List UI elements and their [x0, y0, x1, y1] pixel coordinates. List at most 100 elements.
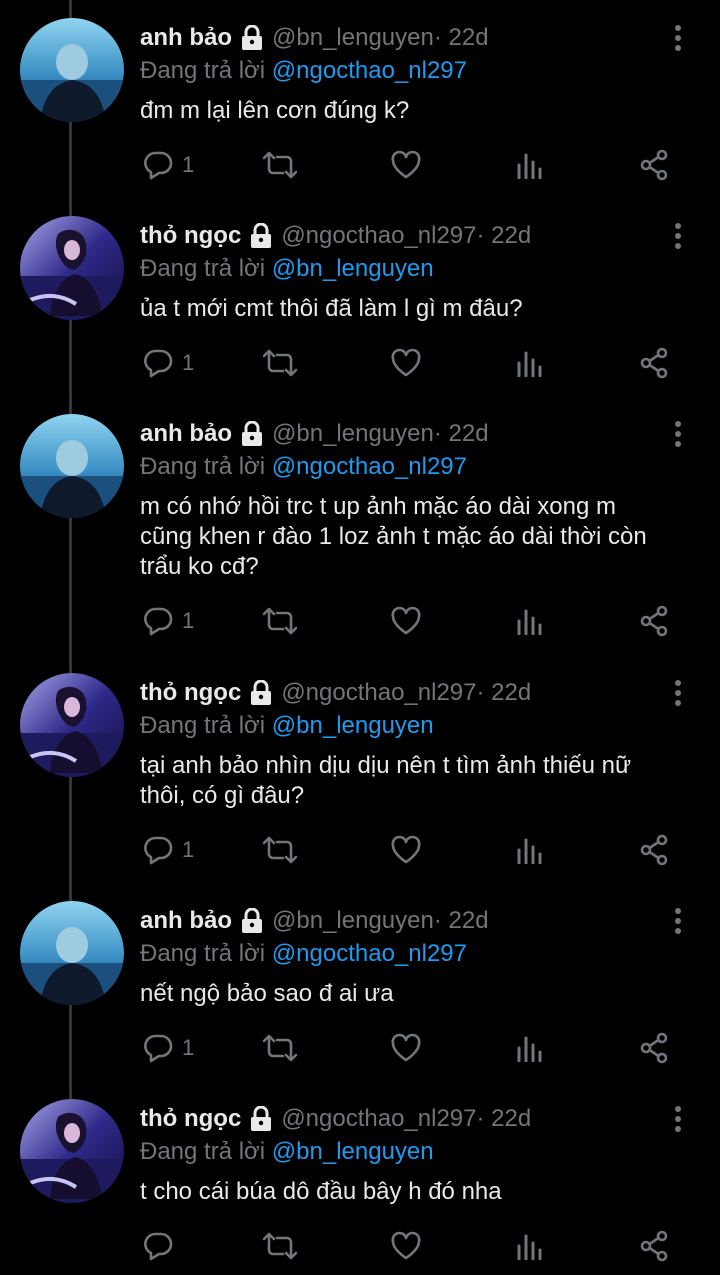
share-button[interactable] [638, 830, 670, 870]
tweet-content: anh bảo @bn_lenguyen · 22d Đang trả lời @n… [140, 20, 670, 126]
replying-to: Đang trả lời @bn_lenguyen [140, 254, 670, 284]
like-icon [390, 1231, 422, 1261]
tweet-content: thỏ ngọc @ngocthao_nl297 · 22d Đang trả lờ… [140, 218, 670, 324]
reply-button[interactable]: 1 [142, 601, 194, 641]
display-name[interactable]: thỏ ngọc [140, 679, 241, 707]
mention-link[interactable]: @bn_lenguyen [272, 712, 434, 739]
display-name[interactable]: anh bảo [140, 420, 232, 448]
views-button[interactable] [516, 145, 544, 185]
tweet-actions: 1 [0, 601, 720, 641]
tweet[interactable]: anh bảo @bn_lenguyen · 22d Đang trả lời @n… [0, 396, 720, 655]
tweet[interactable]: anh bảo @bn_lenguyen · 22d Đang trả lời @n… [0, 883, 720, 1081]
more-options-icon[interactable] [672, 24, 684, 52]
share-button[interactable] [638, 145, 670, 185]
avatar-tho-ngoc[interactable] [20, 1099, 124, 1203]
share-icon [638, 1230, 670, 1262]
reply-count: 1 [182, 350, 195, 375]
retweet-icon [262, 605, 298, 637]
views-icon [516, 1034, 544, 1062]
lock-icon [240, 24, 264, 51]
username-handle[interactable]: @bn_lenguyen [272, 907, 434, 935]
share-button[interactable] [638, 601, 670, 641]
reply-icon [142, 1230, 174, 1262]
reply-button[interactable]: 1 [142, 145, 194, 185]
like-button[interactable] [390, 601, 422, 641]
replying-to-label: Đang trả lời [140, 1138, 266, 1165]
timestamp[interactable]: · 22d [477, 679, 532, 707]
retweet-button[interactable] [262, 145, 298, 185]
views-button[interactable] [516, 1028, 544, 1068]
like-button[interactable] [390, 1028, 422, 1068]
replying-to-label: Đang trả lời [140, 453, 266, 480]
avatar-anh-bao[interactable] [20, 414, 124, 518]
like-button[interactable] [390, 145, 422, 185]
tweet-text: t cho cái búa dô đầu bây h đó nha [140, 1178, 502, 1205]
timestamp[interactable]: · 22d [434, 24, 489, 52]
views-button[interactable] [516, 601, 544, 641]
timestamp[interactable]: · 22d [434, 907, 489, 935]
lock-icon [240, 420, 264, 447]
share-button[interactable] [638, 343, 670, 383]
share-button[interactable] [638, 1226, 670, 1266]
avatar-anh-bao[interactable] [20, 18, 124, 122]
username-handle[interactable]: @ngocthao_nl297 [281, 222, 476, 250]
tweet-text: tại anh bảo nhìn dịu dịu nên t tìm ảnh t… [140, 752, 632, 809]
timestamp[interactable]: · 22d [477, 222, 532, 250]
username-handle[interactable]: @ngocthao_nl297 [281, 679, 476, 707]
more-options-icon[interactable] [672, 222, 684, 250]
share-icon [638, 834, 670, 866]
tweet-content: thỏ ngọc @ngocthao_nl297 · 22d Đang trả lờ… [140, 1101, 670, 1207]
timestamp[interactable]: · 22d [434, 420, 489, 448]
like-button[interactable] [390, 830, 422, 870]
retweet-button[interactable] [262, 830, 298, 870]
reply-button[interactable]: 1 [142, 1028, 194, 1068]
tweet[interactable]: thỏ ngọc @ngocthao_nl297 · 22d Đang trả lờ… [0, 198, 720, 396]
views-button[interactable] [516, 1226, 544, 1266]
display-name[interactable]: anh bảo [140, 907, 232, 935]
reply-count: 1 [182, 152, 195, 177]
reply-button[interactable]: 1 [142, 830, 194, 870]
display-name[interactable]: anh bảo [140, 24, 232, 52]
retweet-button[interactable] [262, 601, 298, 641]
reply-count: 1 [182, 608, 195, 633]
username-handle[interactable]: @bn_lenguyen [272, 420, 434, 448]
more-options-icon[interactable] [672, 907, 684, 935]
tweet[interactable]: anh bảo @bn_lenguyen · 22d Đang trả lời @n… [0, 0, 720, 198]
more-options-icon[interactable] [672, 420, 684, 448]
timestamp[interactable]: · 22d [477, 1105, 532, 1133]
like-button[interactable] [390, 343, 422, 383]
views-icon [516, 836, 544, 864]
tweet-header: thỏ ngọc @ngocthao_nl297 · 22d [140, 218, 670, 254]
tweet[interactable]: thỏ ngọc @ngocthao_nl297 · 22d Đang trả lờ… [0, 1081, 720, 1275]
mention-link[interactable]: @ngocthao_nl297 [272, 940, 467, 967]
reply-button[interactable] [142, 1226, 182, 1266]
avatar-tho-ngoc[interactable] [20, 673, 124, 777]
views-button[interactable] [516, 830, 544, 870]
more-options-icon[interactable] [672, 1105, 684, 1133]
mention-link[interactable]: @bn_lenguyen [272, 255, 434, 282]
reply-button[interactable]: 1 [142, 343, 194, 383]
username-handle[interactable]: @ngocthao_nl297 [281, 1105, 476, 1133]
mention-link[interactable]: @bn_lenguyen [272, 1138, 434, 1165]
tweet-header: anh bảo @bn_lenguyen · 22d [140, 416, 670, 452]
like-button[interactable] [390, 1226, 422, 1266]
display-name[interactable]: thỏ ngọc [140, 222, 241, 250]
display-name[interactable]: thỏ ngọc [140, 1105, 241, 1133]
share-icon [638, 605, 670, 637]
mention-link[interactable]: @ngocthao_nl297 [272, 453, 467, 480]
tweet[interactable]: thỏ ngọc @ngocthao_nl297 · 22d Đang trả lờ… [0, 655, 720, 883]
tweet-content: anh bảo @bn_lenguyen · 22d Đang trả lời @n… [140, 416, 670, 582]
avatar-tho-ngoc[interactable] [20, 216, 124, 320]
reply-count: 1 [182, 837, 195, 862]
avatar-anh-bao[interactable] [20, 901, 124, 1005]
retweet-button[interactable] [262, 343, 298, 383]
more-options-icon[interactable] [672, 679, 684, 707]
retweet-button[interactable] [262, 1226, 298, 1266]
share-button[interactable] [638, 1028, 670, 1068]
tweet-header: thỏ ngọc @ngocthao_nl297 · 22d [140, 1101, 670, 1137]
username-handle[interactable]: @bn_lenguyen [272, 24, 434, 52]
mention-link[interactable]: @ngocthao_nl297 [272, 57, 467, 84]
retweet-button[interactable] [262, 1028, 298, 1068]
views-button[interactable] [516, 343, 544, 383]
